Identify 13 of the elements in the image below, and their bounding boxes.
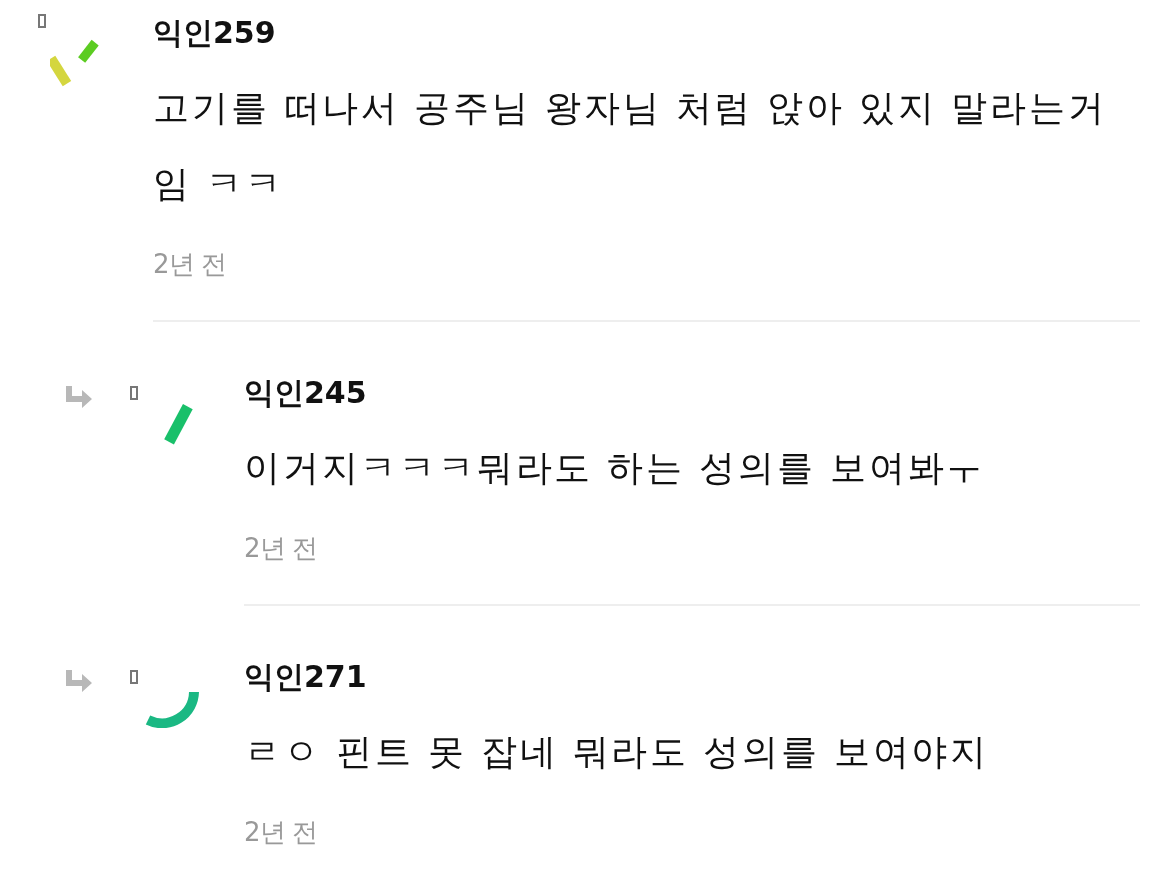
broken-image-icon [130,386,138,400]
comment-text: 이거지ㅋㅋㅋ뭐라도 하는 성의를 보여봐ㅜ [244,446,987,490]
comment-author: 익인271 [244,658,368,696]
comment-author: 익인245 [244,374,368,412]
comment-time: 2년 전 [153,248,227,281]
broken-image-icon [130,670,138,684]
comment-time: 2년 전 [244,532,318,565]
avatar-drawing [144,690,202,728]
comment-author: 익인259 [153,14,277,52]
broken-image-icon [38,14,46,28]
comment-time: 2년 전 [244,816,318,849]
comment-text: 고기를 떠나서 공주님 왕자님 처럼 앉아 있지 말라는거임 ㅋㅋ [153,86,1108,206]
comment-text: ㄹㅇ 핀트 못 잡네 뭐라도 성의를 보여야지 [244,730,991,774]
